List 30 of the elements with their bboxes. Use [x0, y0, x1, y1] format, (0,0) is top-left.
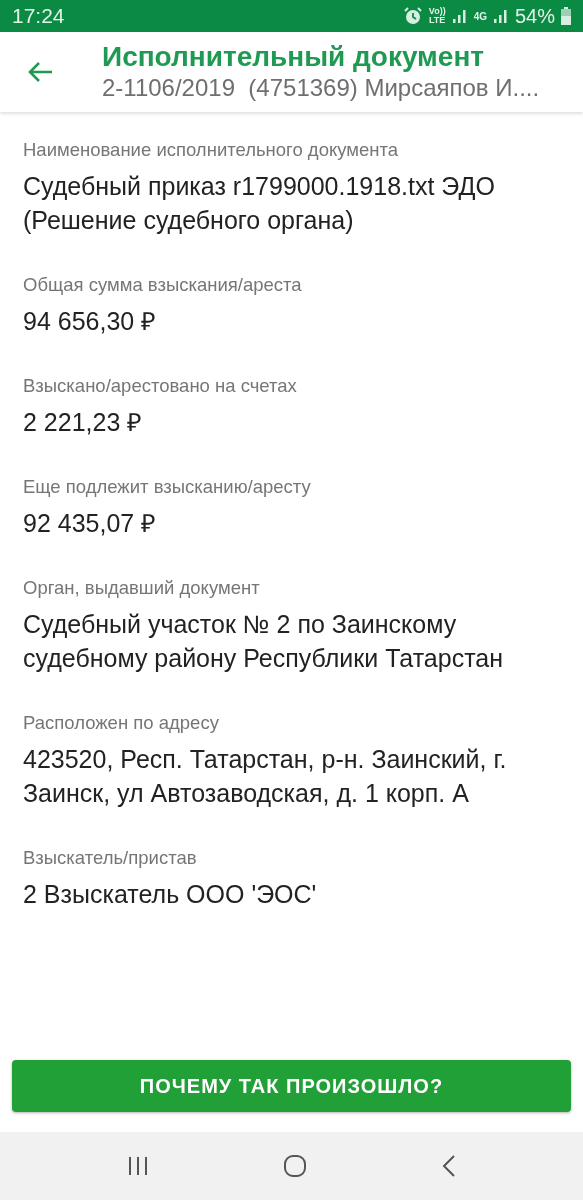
- field-value: Судебный участок № 2 по Заинскому судебному району Республики Татарстан: [23, 609, 504, 674]
- field-value: 92 435,07 ₽: [23, 508, 158, 539]
- field-value: 2 Взыскатель ООО 'ЭОС': [23, 879, 318, 910]
- screen-subtitle: 2-1106/2019 (4751369) Мирсаяпов И....: [102, 73, 540, 103]
- field-value: Судебный приказ r1799000.1918.txt ЭДО (Решение судебного органа): [23, 171, 496, 236]
- back-icon[interactable]: [441, 1155, 456, 1177]
- field-label: Взыскано/арестовано на счетах: [23, 374, 298, 398]
- battery-icon: [561, 7, 571, 25]
- field-label: Расположен по адресу: [23, 711, 220, 735]
- signal-icon: [492, 9, 509, 23]
- volte-label: Vo)): [428, 7, 446, 16]
- signal-icon: [451, 9, 468, 23]
- why-button[interactable]: ПОЧЕМУ ТАК ПРОИЗОШЛО?: [12, 1060, 571, 1112]
- back-arrow-icon: [27, 61, 53, 83]
- field-value: 423520, Респ. Татарстан, р-н. Заинский, г. Заинск, ул Автозаводская, д. 1 корп. А: [23, 744, 508, 809]
- battery-percent: 54%: [514, 4, 555, 29]
- screen-title: Исполнительный документ: [102, 41, 486, 73]
- field-value: 94 656,30 ₽: [23, 306, 158, 337]
- field-label: Орган, выдавший документ: [23, 576, 261, 600]
- field-value: 2 221,23 ₽: [23, 407, 144, 438]
- alarm-icon: [402, 6, 423, 26]
- recent-apps-icon[interactable]: [127, 1156, 150, 1176]
- field-label: Наименование исполнительного документа: [23, 138, 400, 162]
- status-time: 17:24: [12, 3, 65, 30]
- field-label: Взыскатель/пристав: [23, 846, 198, 870]
- network-label: 4G: [473, 9, 487, 24]
- field-label: Общая сумма взыскания/ареста: [23, 273, 303, 297]
- home-icon[interactable]: [283, 1154, 308, 1178]
- volte-label: LTE: [429, 16, 446, 25]
- field-label: Еще подлежит взысканию/аресту: [23, 475, 312, 499]
